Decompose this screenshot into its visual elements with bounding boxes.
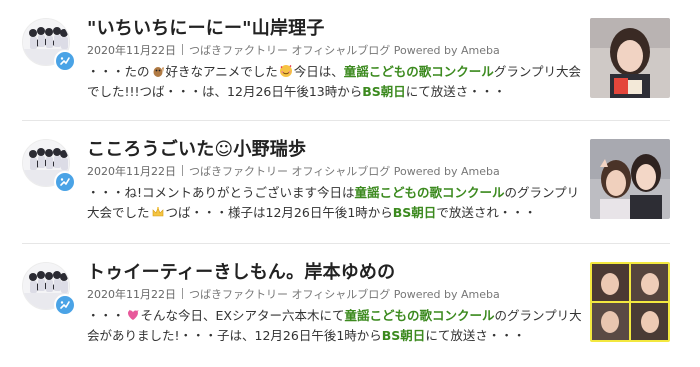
keyword-link[interactable]: BS朝日	[382, 328, 426, 343]
meta-separator	[182, 165, 183, 176]
keyword-link[interactable]: BS朝日	[393, 205, 437, 220]
smiling-face-with-hearts-emoji	[279, 64, 293, 78]
keyword-link[interactable]: 童謡こどもの歌コンクール	[355, 185, 505, 200]
excerpt-text: で放送され・・・	[436, 205, 537, 220]
pink-heart-emoji	[126, 308, 140, 322]
avatar[interactable]	[22, 18, 76, 72]
entry-meta: 2020年11月22日 つばきファクトリー オフィシャルブログ Powered b…	[87, 286, 500, 302]
excerpt-text: にて放送さ・・・	[405, 84, 506, 99]
blog-badge-icon	[54, 50, 76, 72]
excerpt-text: 好きなアニメでした	[165, 64, 278, 79]
blog-name[interactable]: つばきファクトリー オフィシャルブログ Powered by Ameba	[189, 288, 500, 301]
excerpt-text: 今日は、	[293, 64, 344, 79]
excerpt-text: ・・・ね!コメントありがとうございます今日は	[87, 185, 355, 200]
entry-meta: 2020年11月22日 つばきファクトリー オフィシャルブログ Powered b…	[87, 42, 500, 58]
blog-entry[interactable]: "いちいちにーにー"山岸理子 2020年11月22日 つばきファクトリー オフィシ…	[0, 0, 700, 120]
keyword-link[interactable]: 童謡こどもの歌コンクール	[344, 64, 494, 79]
entry-excerpt: ・・・たの 好きなアニメでした 今日は、童謡こどもの歌コンクールグランプリ大会でした…	[87, 62, 583, 102]
entry-thumbnail[interactable]	[590, 18, 670, 98]
entry-date: 2020年11月22日	[87, 165, 176, 178]
meta-separator	[182, 44, 183, 55]
excerpt-text: ・・・	[87, 308, 125, 323]
keyword-link[interactable]: 童謡こどもの歌コンクール	[344, 308, 494, 323]
chipmunk-emoji	[151, 64, 165, 78]
meta-separator	[182, 288, 183, 299]
blog-entry-list: "いちいちにーにー"山岸理子 2020年11月22日 つばきファクトリー オフィシ…	[0, 0, 700, 367]
blog-entry[interactable]: こころうごいた☺︎小野瑞歩 2020年11月22日 つばきファクトリー オフィシャ…	[0, 121, 700, 241]
avatar[interactable]	[22, 262, 76, 316]
entry-excerpt: ・・・ね!コメントありがとうございます今日は童謡こどもの歌コンクールのグランプリ…	[87, 183, 583, 223]
blog-name[interactable]: つばきファクトリー オフィシャルブログ Powered by Ameba	[189, 165, 500, 178]
entry-title[interactable]: こころうごいた☺︎小野瑞歩	[87, 135, 306, 161]
entry-excerpt: ・・・ そんな今日、EXシアター六本木にて童謡こどもの歌コンクールのグランプリ大会…	[87, 306, 583, 346]
keyword-link[interactable]: BS朝日	[362, 84, 406, 99]
excerpt-text: つば・・・様子は12月26日午後1時から	[165, 205, 393, 220]
entry-thumbnail[interactable]	[590, 139, 670, 219]
entry-meta: 2020年11月22日 つばきファクトリー オフィシャルブログ Powered b…	[87, 163, 500, 179]
entry-date: 2020年11月22日	[87, 288, 176, 301]
blog-entry[interactable]: トゥイーティーきしもん。岸本ゆめの 2020年11月22日 つばきファクトリー オ…	[0, 244, 700, 364]
blog-name[interactable]: つばきファクトリー オフィシャルブログ Powered by Ameba	[189, 44, 500, 57]
entry-thumbnail[interactable]	[590, 262, 670, 342]
entry-title[interactable]: "いちいちにーにー"山岸理子	[87, 14, 325, 40]
blog-badge-icon	[54, 294, 76, 316]
excerpt-text: にて放送さ・・・	[425, 328, 526, 343]
avatar[interactable]	[22, 139, 76, 193]
crown-emoji	[151, 205, 165, 219]
entry-date: 2020年11月22日	[87, 44, 176, 57]
blog-badge-icon	[54, 171, 76, 193]
excerpt-text: ・・・たの	[87, 64, 150, 79]
excerpt-text: そんな今日、EXシアター六本木にて	[140, 308, 345, 323]
entry-title[interactable]: トゥイーティーきしもん。岸本ゆめの	[87, 258, 395, 284]
